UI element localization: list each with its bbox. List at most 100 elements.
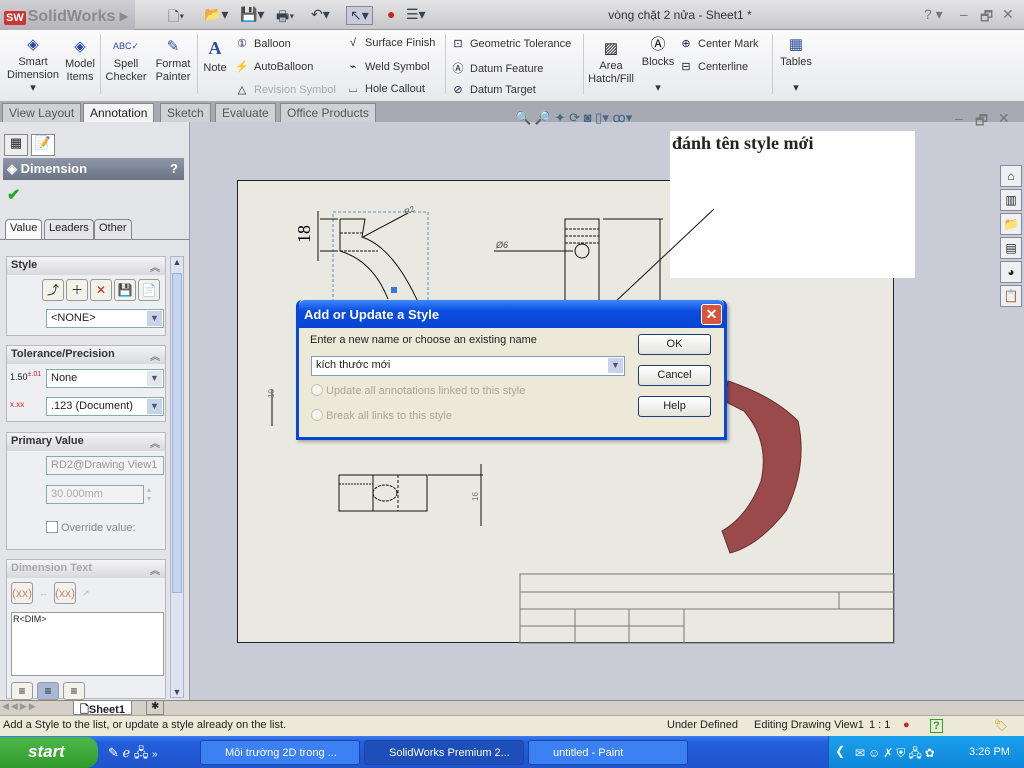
help-icon[interactable]: ? ▾ <box>924 6 943 23</box>
internet-explorer-icon[interactable]: ℯ <box>123 745 131 760</box>
load-style-icon[interactable]: 📄 <box>138 279 160 301</box>
scrollbar-thumb[interactable] <box>172 273 182 593</box>
add-sheet-icon[interactable]: ✱ <box>146 700 165 715</box>
collapse-icon[interactable]: ︽ <box>150 259 160 274</box>
property-manager-tab-icon[interactable]: 📝 <box>31 134 55 156</box>
style-name-combobox[interactable]: kích thước mới ▼ <box>311 356 625 376</box>
view-palette-icon[interactable]: ▤ <box>1000 237 1022 259</box>
format-painter-button[interactable]: ✎ Format Painter <box>152 39 194 84</box>
close-icon[interactable]: ✕ <box>1002 6 1014 23</box>
zoom-to-fit-icon[interactable]: 🔍 <box>515 110 531 125</box>
dim-r2-label[interactable]: R2 <box>403 204 417 217</box>
collapse-icon[interactable]: ︽ <box>150 348 160 363</box>
datum-target-button[interactable]: ⊘ Datum Target <box>450 83 535 96</box>
resources-home-icon[interactable]: ⌂ <box>1000 165 1022 187</box>
add-style-icon[interactable]: ＋ <box>66 279 88 301</box>
spell-checker-button[interactable]: ABC✓ Spell Checker <box>104 40 148 84</box>
open-folder-icon[interactable]: 📂▾ <box>204 6 228 23</box>
subtab-other[interactable]: Other <box>94 219 132 239</box>
notepad-icon[interactable]: ✎ <box>108 745 119 760</box>
dim-18-label[interactable]: 18 <box>294 225 314 243</box>
dialog-close-button[interactable]: ✕ <box>701 304 722 325</box>
align-left-icon[interactable]: ≡ <box>11 682 33 700</box>
dimension-text-header[interactable]: Dimension Text ︽ <box>7 560 165 578</box>
cancel-button[interactable]: Cancel <box>638 365 711 386</box>
view-settings-icon[interactable]: ꝏ▾ <box>612 110 632 125</box>
network-icon[interactable]: 🖧 <box>134 745 149 760</box>
restore-icon[interactable]: 🗗 <box>980 6 993 30</box>
break-links-radio[interactable]: Break all links to this style <box>311 409 452 422</box>
style-group-header[interactable]: Style ︽ <box>7 257 165 275</box>
dimension-value-field[interactable]: 30.000mm <box>46 485 144 504</box>
start-button[interactable]: start <box>0 737 98 768</box>
taskbar-item-paint[interactable]: untitled - Paint <box>528 740 688 765</box>
delete-style-icon[interactable]: ✕ <box>90 279 112 301</box>
smart-dimension-button[interactable]: ◈ Smart Dimension ▾ <box>6 37 60 95</box>
undo-icon[interactable]: ↶▾ <box>311 6 330 23</box>
precision-select[interactable]: .123 (Document) ▼ <box>46 397 164 416</box>
dialog-title[interactable]: Add or Update a Style <box>299 300 724 328</box>
inspection-dimension-icon[interactable]: (xx) <box>54 582 76 604</box>
tolerance-type-select[interactable]: None ▼ <box>46 369 164 388</box>
offset-text-icon[interactable]: ↗ <box>82 582 90 604</box>
dimension-reference-field[interactable]: RD2@Drawing View1 <box>46 456 164 475</box>
override-value-checkbox[interactable]: Override value: <box>46 521 136 534</box>
weld-symbol-button[interactable]: ⌁ Weld Symbol <box>345 60 430 73</box>
parentheses-icon[interactable]: (xx) <box>11 582 33 604</box>
revision-symbol-button[interactable]: △ Revision Symbol <box>234 83 336 96</box>
dim-10-label[interactable]: 10 <box>267 389 276 398</box>
expand-quick-launch-icon[interactable]: » <box>152 749 158 760</box>
print-icon[interactable]: 🖶▾ <box>276 6 294 30</box>
clock[interactable]: 3:26 PM <box>969 746 1010 758</box>
view-restore-icon[interactable]: 🗗 <box>975 110 988 134</box>
panel-scrollbar[interactable]: ▲ ▼ <box>170 256 184 698</box>
balloon-button[interactable]: ① Balloon <box>234 37 291 50</box>
isometric-part-view[interactable] <box>721 380 802 554</box>
tray-icons[interactable]: ✉☺✗⛨🖧✿ <box>855 744 938 765</box>
subtab-value[interactable]: Value <box>5 219 43 239</box>
design-library-icon[interactable]: ▥ <box>1000 189 1022 211</box>
tags-icon[interactable]: 🏷 <box>994 719 1008 732</box>
help-button[interactable]: Help <box>638 396 711 417</box>
note-button[interactable]: A Note <box>201 39 229 75</box>
tab-sketch[interactable]: Sketch <box>160 103 211 122</box>
sheet-navigation-arrows[interactable]: ◀◀▶▶ <box>2 701 38 712</box>
datum-feature-button[interactable]: Ⓐ Datum Feature <box>450 60 544 76</box>
center-mark-button[interactable]: ⊕ Center Mark <box>678 37 758 50</box>
zoom-to-area-icon[interactable]: 🔎 <box>535 110 551 125</box>
ok-checkmark-icon[interactable]: ✔ <box>7 185 20 205</box>
blocks-button[interactable]: Ⓐ Blocks ▾ <box>640 37 676 95</box>
tab-office-products[interactable]: Office Products <box>280 103 376 122</box>
previous-view-icon[interactable]: ✦ <box>555 110 566 125</box>
drag-handle[interactable] <box>391 287 397 293</box>
centerline-button[interactable]: ⊟ Centerline <box>678 60 748 73</box>
solidworks-logo[interactable]: SW SolidWorks ▸ <box>0 0 135 30</box>
collapse-icon[interactable]: ︽ <box>150 435 160 450</box>
help-button[interactable]: ? <box>170 161 178 176</box>
apply-style-icon[interactable]: ⤴ <box>42 279 64 301</box>
hide-show-icon[interactable]: ◙ <box>584 110 592 125</box>
scroll-up-icon[interactable]: ▲ <box>171 257 183 271</box>
options-list-icon[interactable]: ☰▾ <box>406 6 426 23</box>
tables-button[interactable]: ▦ Tables ▾ <box>778 37 814 95</box>
style-select[interactable]: <NONE> ▼ <box>46 309 164 328</box>
sheet-tab-sheet1[interactable]: 🗋Sheet1 <box>73 700 132 716</box>
custom-properties-icon[interactable]: 📋 <box>1000 285 1022 307</box>
tab-evaluate[interactable]: Evaluate <box>215 103 276 122</box>
rebuild-icon[interactable]: ⟳ <box>569 110 580 125</box>
dimension-text-field[interactable]: R<DIM> <box>11 612 164 676</box>
feature-tree-tab-icon[interactable]: ▦ <box>4 134 28 156</box>
hole-callout-button[interactable]: ⌴ Hole Callout <box>345 83 425 96</box>
display-style-icon[interactable]: ▯▾ <box>595 110 609 125</box>
value-spinner[interactable]: ▴ ▾ <box>147 485 151 503</box>
primary-value-header[interactable]: Primary Value ︽ <box>7 433 165 451</box>
save-style-icon[interactable]: 💾 <box>114 279 136 301</box>
file-explorer-icon[interactable]: 📁 <box>1000 213 1022 235</box>
surface-finish-button[interactable]: √ Surface Finish <box>345 37 435 49</box>
area-hatch-button[interactable]: ▨ Area Hatch/Fill <box>588 41 634 86</box>
update-annotations-radio[interactable]: Update all annotations linked to this st… <box>311 384 525 397</box>
tab-view-layout[interactable]: View Layout <box>2 103 82 122</box>
scroll-down-icon[interactable]: ▼ <box>171 687 183 697</box>
new-document-icon[interactable]: 🗋▾ <box>168 6 184 30</box>
center-dimension-icon[interactable]: ↔ <box>39 582 48 604</box>
